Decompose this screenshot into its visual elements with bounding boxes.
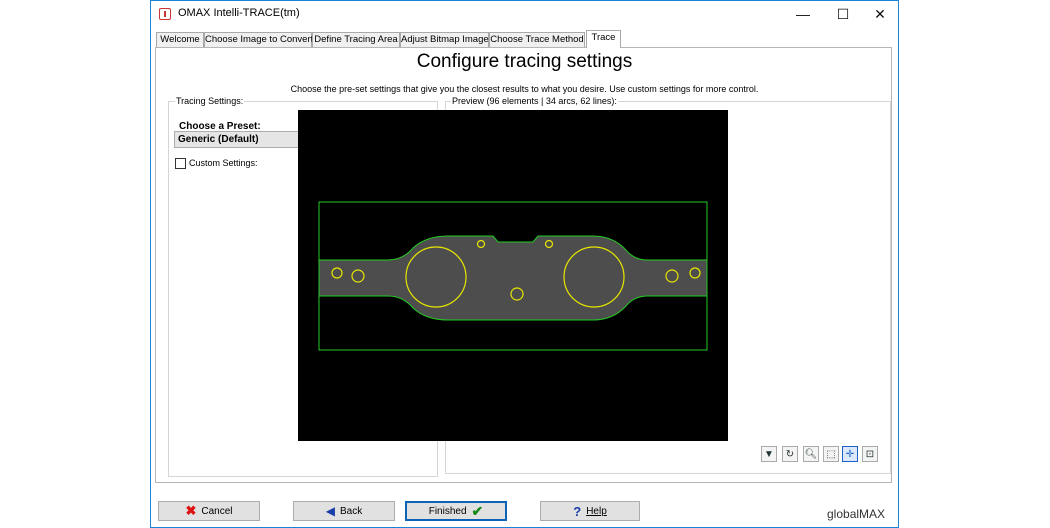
finished-button[interactable]: Finished ✔ (405, 501, 507, 521)
refresh-icon[interactable]: ↻ (782, 446, 798, 462)
custom-settings-label: Custom Settings: (189, 158, 258, 168)
help-button[interactable]: ? Help (540, 501, 640, 521)
tracing-settings-label: Tracing Settings: (175, 96, 245, 106)
page-title: Configure tracing settings (416, 51, 633, 72)
part-outline (318, 235, 708, 321)
back-button[interactable]: ◀ Back (293, 501, 395, 521)
minimize-button[interactable]: — (785, 1, 821, 27)
tab-welcome[interactable]: Welcome (156, 32, 204, 47)
finished-label: Finished (428, 505, 467, 517)
preset-value: Generic (Default) (178, 134, 259, 145)
question-mark-icon: ? (573, 503, 582, 519)
tab-choose-image[interactable]: Choose Image to Convert (204, 32, 313, 47)
page-description: Choose the pre-set settings that give yo… (290, 84, 759, 94)
dropdown-arrow-icon[interactable]: ▼ (761, 446, 777, 462)
zoom-extents-icon[interactable]: ⊡ (862, 446, 878, 462)
tab-define-tracing-area[interactable]: Define Tracing Area (312, 32, 400, 47)
preview-label: Preview (96 elements | 34 arcs, 62 lines… (451, 96, 618, 106)
zoom-icon[interactable]: 🔍︎ (803, 446, 819, 462)
maximize-button[interactable]: ☐ (825, 1, 861, 27)
window-title: OMAX Intelli-TRACE(tm) (178, 7, 300, 19)
globalmax-logo: globalMAX (827, 507, 886, 521)
back-arrow-icon: ◀ (325, 504, 335, 518)
checkmark-icon: ✔ (471, 502, 484, 519)
title-bar[interactable]: OMAX Intelli-TRACE(tm) — ☐ ✕ (151, 1, 898, 27)
cancel-label: Cancel (201, 505, 233, 517)
cancel-button[interactable]: ✖ Cancel (158, 501, 260, 521)
close-x-icon: ✖ (185, 503, 197, 518)
close-button[interactable]: ✕ (862, 1, 898, 27)
tab-trace[interactable]: Trace (586, 30, 621, 48)
back-label: Back (340, 505, 363, 517)
help-label: Help (586, 505, 607, 517)
custom-settings-checkbox[interactable] (175, 158, 186, 169)
trace-preview-drawing (318, 201, 708, 351)
preview-canvas[interactable] (298, 110, 728, 441)
pan-icon[interactable]: ✛ (842, 446, 858, 462)
tab-choose-trace-method[interactable]: Choose Trace Method (489, 32, 585, 47)
tab-adjust-bitmap[interactable]: Adjust Bitmap Image (400, 32, 489, 47)
app-icon (159, 8, 171, 20)
zoom-window-icon[interactable]: ⬚ (823, 446, 839, 462)
